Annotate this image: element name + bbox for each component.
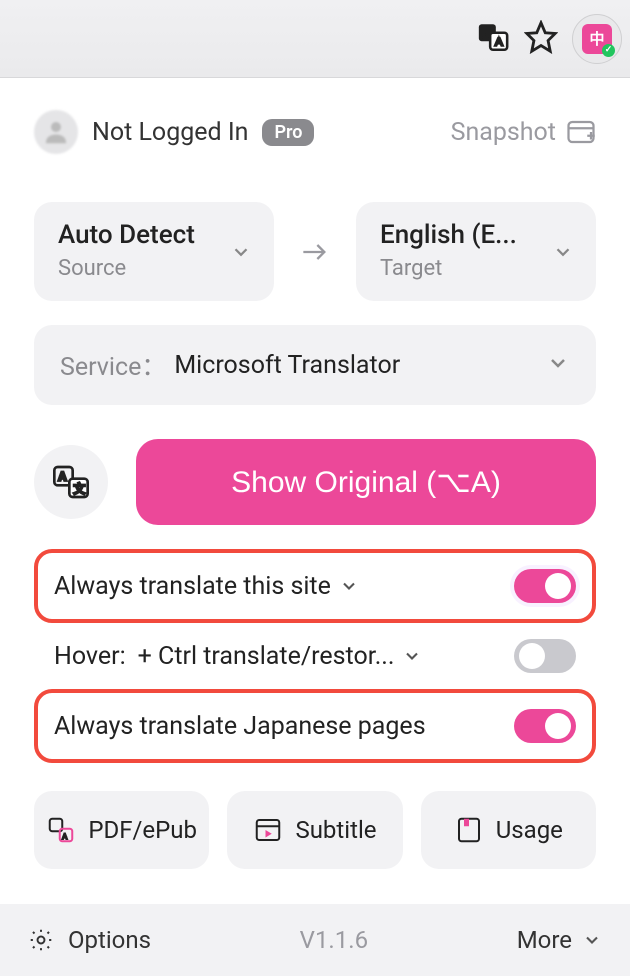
- more-label: More: [517, 926, 572, 954]
- always-translate-site-row: Always translate this site: [34, 549, 596, 623]
- svg-text:A: A: [59, 469, 67, 483]
- svg-text:A: A: [495, 36, 503, 48]
- source-lang-sub: Source: [58, 256, 195, 281]
- source-lang-title: Auto Detect: [58, 220, 195, 250]
- usage-label: Usage: [496, 816, 563, 844]
- subtitle-button[interactable]: Subtitle: [227, 791, 402, 869]
- extension-icon[interactable]: 中 ✓: [572, 14, 622, 64]
- target-lang-sub: Target: [380, 256, 517, 281]
- service-selector[interactable]: Service： Microsoft Translator: [34, 325, 596, 405]
- svg-text:A: A: [63, 832, 68, 841]
- chevron-down-icon: [582, 930, 602, 950]
- translate-mode-icon-button[interactable]: A 文: [34, 445, 108, 519]
- usage-icon: [454, 815, 484, 845]
- pdf-epub-label: PDF/ePub: [88, 816, 197, 844]
- always-translate-lang-row: Always translate Japanese pages: [34, 689, 596, 763]
- always-translate-lang-toggle[interactable]: [514, 709, 576, 743]
- snapshot-label: Snapshot: [451, 118, 556, 147]
- subtitle-label: Subtitle: [295, 816, 376, 844]
- translate-icon: A 文: [51, 462, 91, 502]
- hover-translate-row: Hover: + Ctrl translate/restor...: [34, 623, 596, 689]
- chevron-down-icon[interactable]: [339, 576, 359, 596]
- version-label: V1.1.6: [165, 926, 503, 954]
- bookmark-star-icon[interactable]: [524, 20, 558, 58]
- swap-arrow-icon: [292, 202, 338, 301]
- always-translate-lang-label: Always translate Japanese pages: [54, 712, 426, 741]
- translate-page-icon[interactable]: 文 A: [476, 20, 510, 58]
- chevron-down-icon: [552, 241, 574, 267]
- target-lang-title: English (E...: [380, 220, 517, 250]
- gear-icon[interactable]: [28, 927, 54, 953]
- snapshot-icon: [566, 118, 596, 146]
- target-lang-selector[interactable]: English (E... Target: [356, 202, 596, 301]
- usage-button[interactable]: Usage: [421, 791, 596, 869]
- always-translate-site-toggle[interactable]: [514, 569, 576, 603]
- service-value: Microsoft Translator: [174, 351, 538, 380]
- show-original-button[interactable]: Show Original (⌥A): [136, 439, 596, 525]
- chevron-down-icon: [230, 241, 252, 267]
- chevron-down-icon: [546, 351, 570, 379]
- login-status-label[interactable]: Not Logged In: [92, 118, 248, 147]
- more-button[interactable]: More: [517, 926, 602, 954]
- chevron-down-icon[interactable]: [402, 646, 422, 666]
- user-avatar[interactable]: [34, 110, 78, 154]
- subtitle-icon: [253, 815, 283, 845]
- snapshot-button[interactable]: Snapshot: [451, 118, 596, 147]
- footer-bar: Options V1.1.6 More: [0, 904, 630, 976]
- hover-label: Hover:: [54, 642, 126, 671]
- hover-value[interactable]: + Ctrl translate/restor...: [138, 642, 395, 671]
- pro-badge: Pro: [262, 119, 314, 146]
- source-lang-selector[interactable]: Auto Detect Source: [34, 202, 274, 301]
- hover-translate-toggle[interactable]: [514, 639, 576, 673]
- options-button[interactable]: Options: [68, 926, 151, 954]
- pdf-icon: A: [46, 815, 76, 845]
- service-label: Service：: [60, 347, 166, 383]
- always-translate-site-label[interactable]: Always translate this site: [54, 572, 331, 601]
- browser-toolbar: 文 A 中 ✓: [0, 0, 630, 78]
- pdf-epub-button[interactable]: A PDF/ePub: [34, 791, 209, 869]
- svg-text:文: 文: [74, 482, 86, 496]
